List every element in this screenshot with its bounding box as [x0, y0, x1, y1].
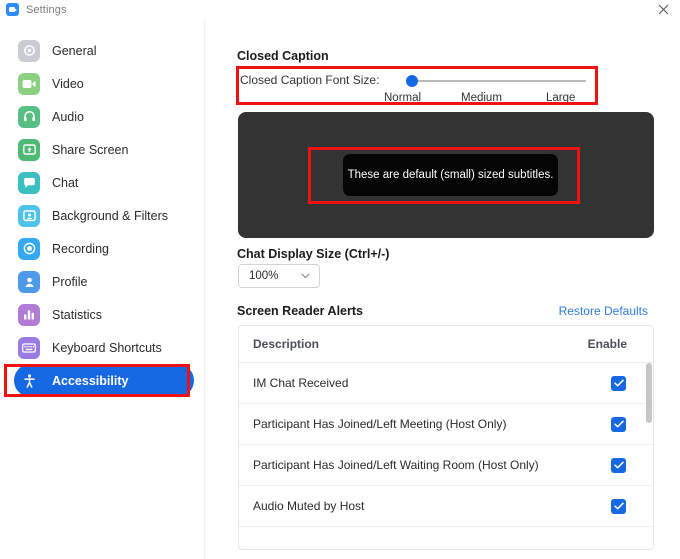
slider-thumb[interactable]	[406, 75, 418, 87]
close-icon	[658, 4, 668, 15]
alert-enable-checkbox[interactable]	[611, 375, 626, 391]
sidebar-item-label: Accessibility	[52, 373, 129, 388]
chat-display-size-value: 100%	[249, 270, 279, 282]
caption-preview-text: These are default (small) sized subtitle…	[347, 169, 554, 181]
sidebar-item-accessibility[interactable]: Accessibility	[14, 364, 194, 397]
column-header-description: Description	[253, 337, 320, 351]
closed-caption-font-size-label: Closed Caption Font Size:	[240, 73, 380, 87]
sidebar-item-share-screen[interactable]: Share Screen	[14, 133, 194, 166]
screen-reader-alerts-title: Screen Reader Alerts	[237, 304, 363, 318]
sidebar-item-background-filters[interactable]: Background & Filters	[14, 199, 194, 232]
alert-description: Participant Has Joined/Left Meeting (Hos…	[253, 417, 507, 431]
sidebar-item-keyboard-shortcuts[interactable]: Keyboard Shortcuts	[14, 331, 194, 364]
alert-enable-checkbox[interactable]	[611, 498, 626, 514]
closed-caption-font-size-row: Closed Caption Font Size: Normal Medium …	[238, 66, 594, 104]
sidebar-item-chat[interactable]: Chat	[14, 166, 194, 199]
screen-reader-alerts-table: Description Enable IM Chat Received Part…	[238, 325, 654, 550]
share-screen-icon	[18, 138, 40, 161]
sidebar-item-label: Profile	[52, 274, 88, 289]
chat-bubble-icon	[18, 171, 40, 194]
sidebar-item-label: Share Screen	[52, 142, 129, 157]
checkmark-icon	[613, 461, 624, 469]
chevron-down-icon	[301, 273, 310, 279]
alert-enable-checkbox[interactable]	[611, 457, 626, 473]
sidebar-item-statistics[interactable]: Statistics	[14, 298, 194, 331]
sidebar-item-label: General	[52, 43, 97, 58]
caption-preview-bubble: These are default (small) sized subtitle…	[343, 154, 558, 196]
slider-tick-medium[interactable]: Medium	[461, 92, 502, 104]
gear-icon	[18, 39, 40, 62]
table-row: Participant Has Joined/Left Waiting Room…	[239, 445, 653, 486]
record-circle-icon	[18, 237, 40, 260]
closed-caption-font-size-slider[interactable]: Normal Medium Large	[384, 75, 588, 104]
sidebar-item-label: Background & Filters	[52, 208, 169, 223]
window-title: Settings	[26, 3, 67, 16]
sidebar-item-label: Video	[52, 76, 84, 91]
video-camera-icon	[18, 72, 40, 95]
checkmark-icon	[613, 379, 624, 387]
close-button[interactable]	[646, 0, 680, 19]
sidebar-item-label: Recording	[52, 241, 109, 256]
sidebar-item-video[interactable]: Video	[14, 67, 194, 100]
checkmark-icon	[613, 420, 624, 428]
restore-defaults-link[interactable]: Restore Defaults	[559, 304, 648, 318]
sidebar-item-label: Chat	[52, 175, 79, 190]
headphones-icon	[18, 105, 40, 128]
table-header-row: Description Enable	[239, 326, 653, 363]
table-row: Participant Has Joined/Left Meeting (Hos…	[239, 404, 653, 445]
slider-tick-normal[interactable]: Normal	[384, 92, 421, 104]
table-row: IM Chat Received	[239, 363, 653, 404]
person-frame-icon	[18, 204, 40, 227]
alert-enable-checkbox[interactable]	[611, 416, 626, 432]
slider-track	[410, 80, 586, 82]
alert-description: Audio Muted by Host	[253, 499, 365, 513]
settings-sidebar: General Video Audio Share Screen Chat Ba…	[0, 19, 205, 559]
sidebar-item-label: Statistics	[52, 307, 103, 322]
sidebar-item-general[interactable]: General	[14, 34, 194, 67]
sidebar-item-recording[interactable]: Recording	[14, 232, 194, 265]
alert-description: IM Chat Received	[253, 376, 349, 390]
person-icon	[18, 270, 40, 293]
table-row: Audio Muted by Host	[239, 486, 653, 527]
zoom-logo-icon	[6, 3, 19, 16]
chat-display-size-select[interactable]: 100%	[238, 264, 320, 288]
checkmark-icon	[613, 502, 624, 510]
chat-display-size-title: Chat Display Size (Ctrl+/-)	[237, 247, 390, 261]
alert-description: Participant Has Joined/Left Waiting Room…	[253, 458, 539, 472]
window-titlebar: Settings	[0, 0, 680, 20]
column-header-enable: Enable	[587, 337, 627, 351]
sidebar-item-profile[interactable]: Profile	[14, 265, 194, 298]
accessibility-icon	[18, 370, 40, 392]
caption-preview-panel: These are default (small) sized subtitle…	[238, 112, 654, 238]
keyboard-icon	[18, 336, 40, 359]
sidebar-item-label: Audio	[52, 109, 84, 124]
bar-chart-icon	[18, 303, 40, 326]
sidebar-item-label: Keyboard Shortcuts	[52, 340, 162, 355]
closed-caption-section-title: Closed Caption	[237, 49, 329, 63]
table-scrollbar-thumb[interactable]	[646, 363, 652, 423]
slider-tick-large[interactable]: Large	[546, 92, 575, 104]
sidebar-item-audio[interactable]: Audio	[14, 100, 194, 133]
accessibility-settings-panel: Closed Caption Closed Caption Font Size:…	[206, 19, 680, 559]
